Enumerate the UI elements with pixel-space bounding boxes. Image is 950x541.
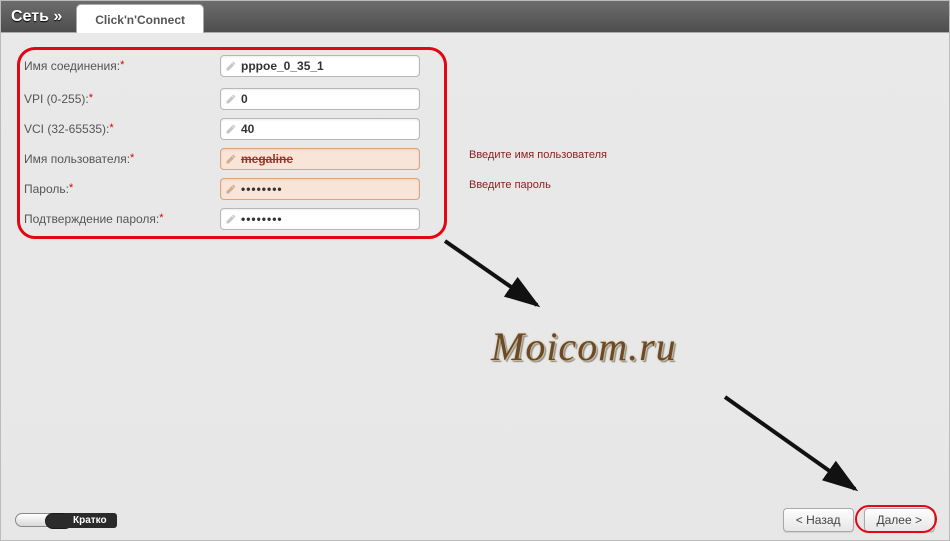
input-password-confirm[interactable]: •••••••• xyxy=(241,212,415,226)
label-password-confirm: Подтверждение пароля:* xyxy=(20,212,220,226)
tab-click-n-connect[interactable]: Click'n'Connect xyxy=(76,4,204,33)
label-vpi: VPI (0-255):* xyxy=(20,92,220,106)
back-button[interactable]: < Назад xyxy=(783,508,854,532)
field-password[interactable]: •••••••• xyxy=(220,178,420,200)
error-username: Введите имя пользователя xyxy=(469,149,607,161)
pencil-icon xyxy=(225,123,237,135)
view-toggle[interactable]: Кратко xyxy=(15,513,117,528)
watermark-text: Moicom.ru xyxy=(491,323,677,370)
input-vpi[interactable] xyxy=(241,92,415,106)
highlighted-form-area: VPI (0-255):* VCI (32-65535):* xyxy=(17,47,447,239)
nav-network[interactable]: Сеть » xyxy=(11,2,70,32)
error-password: Введите пароль xyxy=(469,179,551,191)
label-vci: VCI (32-65535):* xyxy=(20,122,220,136)
input-password[interactable]: •••••••• xyxy=(241,182,415,196)
field-vci[interactable] xyxy=(220,118,420,140)
field-username[interactable]: megaline xyxy=(220,148,420,170)
pencil-icon xyxy=(225,153,237,165)
input-username[interactable]: megaline xyxy=(241,152,415,166)
label-password: Пароль:* xyxy=(20,182,220,196)
toggle-label: Кратко xyxy=(63,513,117,528)
pencil-icon xyxy=(225,213,237,225)
field-vpi[interactable] xyxy=(220,88,420,110)
pencil-icon xyxy=(225,93,237,105)
arrow-annotation-icon xyxy=(437,233,557,323)
arrow-annotation-icon xyxy=(717,389,877,509)
label-username: Имя пользователя:* xyxy=(20,152,220,166)
pencil-icon xyxy=(225,183,237,195)
field-password-confirm[interactable]: •••••••• xyxy=(220,208,420,230)
input-vci[interactable] xyxy=(241,122,415,136)
next-button[interactable]: Далее > xyxy=(864,508,936,532)
